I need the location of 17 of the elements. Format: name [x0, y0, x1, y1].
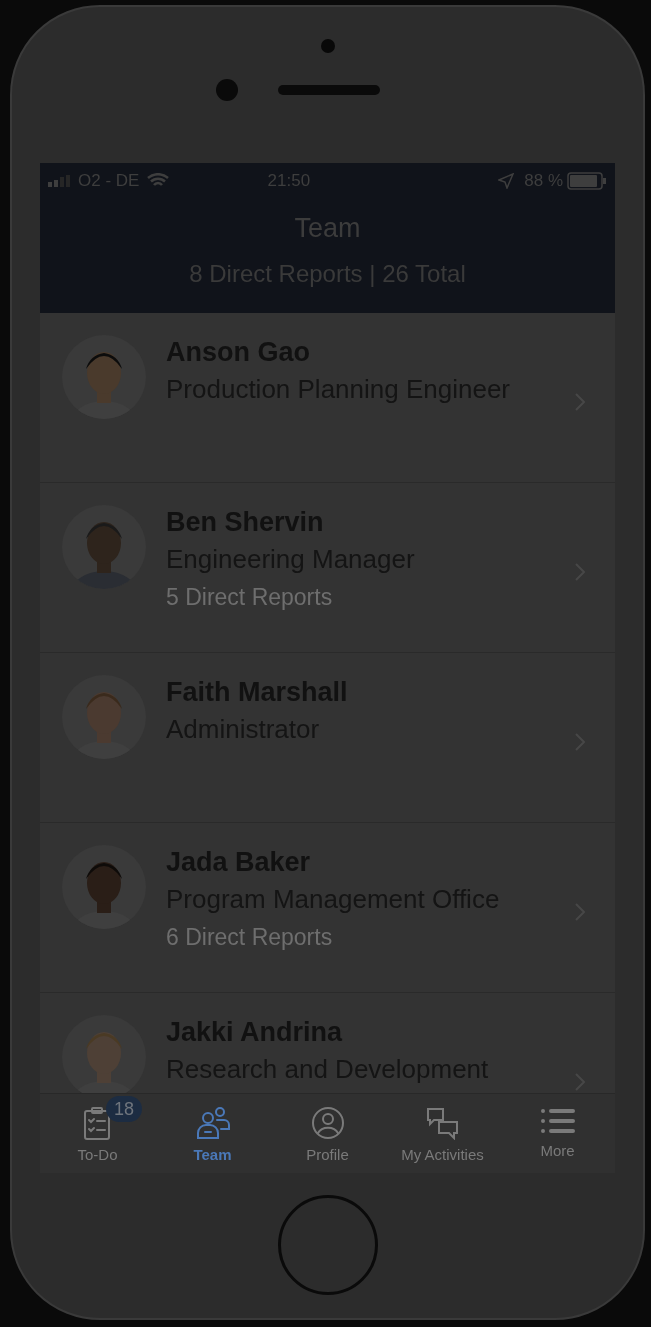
- chat-bubbles-icon: [424, 1106, 461, 1140]
- front-camera: [215, 79, 238, 101]
- direct-reports-count: 5 Direct Reports: [166, 583, 334, 612]
- direct-reports-count: 6 Direct Reports: [166, 923, 334, 952]
- tab-bar-item[interactable]: More: [500, 1094, 615, 1173]
- people-icon: [194, 1106, 231, 1140]
- notification-badge: 18: [106, 1096, 143, 1122]
- tab-bar-item[interactable]: My Activities: [385, 1094, 500, 1173]
- user-icon: [310, 1106, 345, 1140]
- list-icon: [539, 1106, 576, 1136]
- tab-bar-item[interactable]: Team: [155, 1094, 270, 1173]
- clipboard-icon: [82, 1106, 113, 1140]
- tab-bar-item[interactable]: Profile: [270, 1094, 385, 1173]
- home-button[interactable]: [277, 1195, 378, 1295]
- location-arrow-icon: [498, 173, 515, 189]
- tab-bar-item[interactable]: To-Do 18: [40, 1094, 155, 1173]
- battery-icon: [567, 172, 607, 190]
